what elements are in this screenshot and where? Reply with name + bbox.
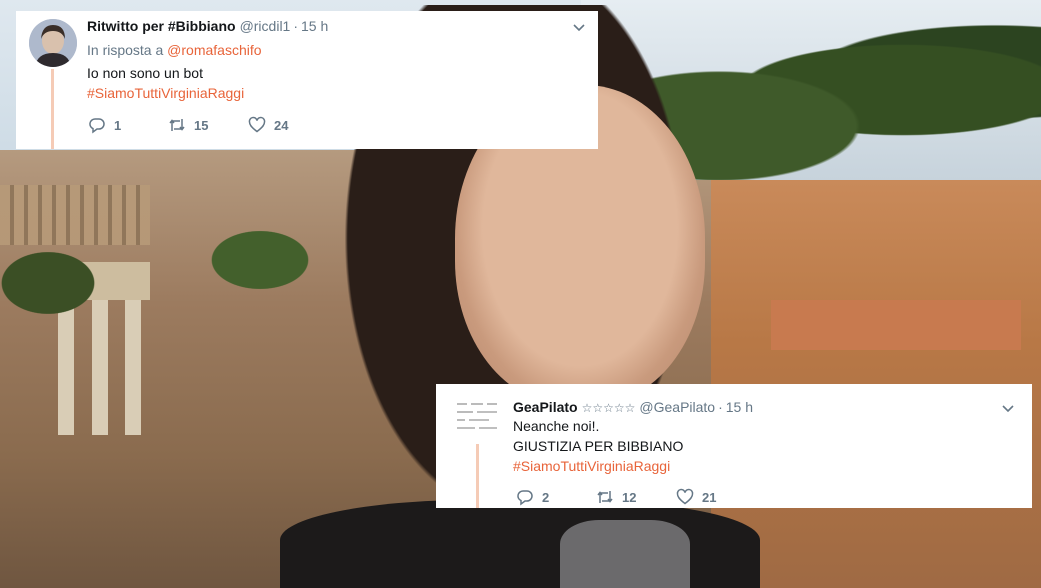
reply-icon (517, 490, 533, 506)
tweet-text: Io non sono un bot #SiamoTuttiVirginiaRa… (87, 63, 244, 103)
tweet-card[interactable]: GeaPilato ☆☆☆☆☆ @GeaPilato · 15 h Neanch… (436, 384, 1032, 508)
separator: · (293, 18, 299, 34)
tweet-actions: 1 15 24 (88, 116, 328, 134)
retweet-icon (597, 491, 613, 503)
separator: · (718, 399, 723, 415)
tweet-text-line: Neanche noi!. (513, 418, 600, 434)
user-portrait-icon (29, 19, 77, 67)
like-button[interactable]: 24 (248, 116, 328, 134)
temple-column (92, 300, 108, 435)
reply-button[interactable]: 2 (516, 488, 596, 506)
avatar[interactable] (453, 394, 501, 442)
timestamp[interactable]: 15 h (301, 18, 328, 34)
tweet-text-line: Io non sono un bot (87, 65, 203, 81)
reply-count: 1 (114, 117, 122, 133)
tweet-text-line: GIUSTIZIA PER BIBBIANO (513, 438, 684, 454)
user-handle[interactable]: @GeaPilato (639, 399, 715, 415)
retweet-count: 15 (194, 117, 209, 133)
timestamp[interactable]: 15 h (726, 399, 753, 415)
heart-icon (676, 488, 694, 505)
retweet-button[interactable]: 12 (596, 488, 676, 506)
tree (0, 235, 120, 315)
text-image-avatar-icon (453, 394, 501, 442)
user-name[interactable]: GeaPilato (513, 399, 578, 415)
reply-context: In risposta a @romafaschifo (87, 42, 262, 58)
like-count: 24 (274, 117, 289, 133)
hashtag-link[interactable]: #SiamoTuttiVirginiaRaggi (513, 456, 683, 476)
reply-prefix: In risposta a (87, 42, 164, 58)
hashtag-link[interactable]: #SiamoTuttiVirginiaRaggi (87, 83, 244, 103)
user-handle[interactable]: @ricdil1 (240, 18, 291, 34)
reply-icon (89, 118, 105, 134)
like-button[interactable]: 21 (676, 488, 756, 506)
reply-count: 2 (542, 489, 550, 505)
chevron-down-icon[interactable] (1000, 400, 1016, 416)
tweet-text: Neanche noi!. GIUSTIZIA PER BIBBIANO #Si… (513, 416, 683, 476)
retweet-icon (169, 119, 185, 131)
temple-column (125, 300, 141, 435)
avatar[interactable] (29, 19, 77, 67)
tweet-header: Ritwitto per #Bibbiano @ricdil1 · 15 h (87, 18, 328, 34)
person-shirt (560, 520, 690, 588)
chevron-down-icon[interactable] (571, 19, 587, 35)
thread-line (476, 444, 479, 508)
retweeter-name[interactable]: Ritwitto per #Bibbiano (87, 18, 236, 34)
reply-button[interactable]: 1 (88, 116, 168, 134)
retweet-button[interactable]: 15 (168, 116, 248, 134)
roof (771, 300, 1021, 350)
like-count: 21 (702, 489, 717, 505)
reply-mention-link[interactable]: @romafaschifo (167, 42, 261, 58)
tweet-actions: 2 12 21 (516, 488, 756, 506)
temple-column (58, 300, 74, 435)
tweet-header: GeaPilato ☆☆☆☆☆ @GeaPilato · 15 h (513, 399, 753, 415)
thread-line (51, 69, 54, 149)
retweet-count: 12 (622, 489, 637, 505)
heart-icon (248, 116, 266, 133)
star-rating: ☆☆☆☆☆ (581, 401, 636, 415)
tweet-card[interactable]: Ritwitto per #Bibbiano @ricdil1 · 15 h I… (16, 11, 598, 149)
